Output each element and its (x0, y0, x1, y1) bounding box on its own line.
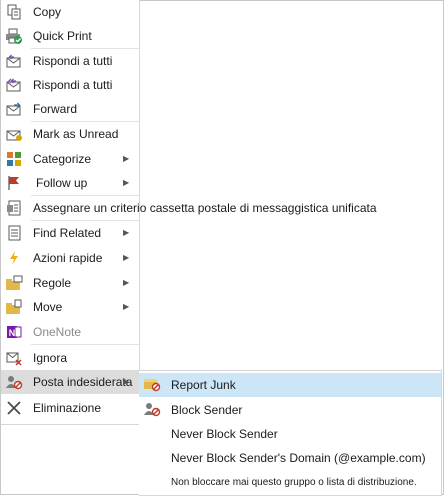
menu-item-find-related[interactable]: Find Related ▶ (1, 221, 139, 245)
menu-item-mark-as-unread[interactable]: Mark as Unread (1, 122, 139, 146)
menu-item-rules[interactable]: Regole ▶ (1, 271, 139, 295)
junk-icon (5, 373, 23, 391)
submenu-item-never-block-sender[interactable]: Never Block Sender (139, 422, 441, 446)
onenote-icon: N (5, 323, 23, 341)
menu-item-label: Posta indesiderata (33, 375, 133, 389)
categorize-icon (5, 150, 23, 168)
menu-separator (31, 344, 139, 345)
menu-item-onenote[interactable]: N OneNote (1, 320, 139, 344)
delete-icon (5, 399, 23, 417)
forward-icon (5, 100, 23, 118)
move-folder-icon (5, 298, 23, 316)
submenu-item-report-junk[interactable]: Report Junk (139, 373, 441, 397)
svg-text:N: N (9, 328, 16, 338)
ignore-icon (5, 349, 23, 367)
submenu-arrow-icon: ▶ (123, 377, 130, 386)
menu-item-label: OneNote (33, 325, 82, 339)
submenu-item-never-block-group[interactable]: Non bloccare mai questo gruppo o lista d… (139, 470, 441, 494)
junk-submenu: Report Junk Block Sender Never Block Sen… (139, 370, 442, 496)
menu-item-forward[interactable]: Forward (1, 97, 139, 121)
menu-item-label: Mark as Unread (33, 127, 119, 141)
submenu-arrow-icon: ▶ (123, 253, 130, 262)
menu-item-label: Categorize (33, 152, 92, 166)
menu-item-label: Rispondi a tutti (33, 54, 113, 68)
menu-item-move[interactable]: Move ▶ (1, 295, 139, 319)
submenu-arrow-icon: ▶ (123, 278, 130, 287)
menu-item-label: Ignora (33, 351, 68, 365)
menu-item-follow-up[interactable]: Follow up ▶ (1, 171, 139, 195)
menu-item-label: Copy (33, 5, 62, 19)
submenu-item-label: Never Block Sender (171, 427, 278, 441)
submenu-item-label: Never Block Sender's Domain (@example.co… (171, 451, 426, 465)
submenu-arrow-icon: ▶ (123, 302, 130, 311)
mark-unread-icon (5, 125, 23, 143)
menu-item-ignore[interactable]: Ignora (1, 346, 139, 370)
menu-item-label: Regole (33, 276, 72, 290)
submenu-arrow-icon: ▶ (123, 178, 130, 187)
menu-item-quick-print[interactable]: Quick Print (1, 24, 139, 48)
find-related-icon (5, 224, 23, 242)
reply-icon (5, 52, 23, 70)
quick-print-icon (5, 27, 23, 45)
menu-item-label: Follow up (36, 176, 88, 190)
menu-item-categorize[interactable]: Categorize ▶ (1, 147, 139, 171)
menu-item-label: Assegnare un criterio cassetta postale d… (33, 201, 377, 215)
submenu-item-label: Non bloccare mai questo gruppo o lista d… (171, 477, 417, 488)
submenu-arrow-icon: ▶ (123, 154, 130, 163)
menu-item-label: Eliminazione (33, 401, 102, 415)
menu-item-reply[interactable]: Rispondi a tutti (1, 49, 139, 73)
menu-item-copy[interactable]: Copy (1, 0, 139, 24)
copy-icon (5, 3, 23, 21)
menu-item-label: Move (33, 300, 63, 314)
menu-item-reply-all[interactable]: Rispondi a tutti (1, 73, 139, 97)
lightning-icon (5, 249, 23, 267)
menu-item-label: Find Related (33, 226, 102, 240)
submenu-item-label: Report Junk (171, 378, 236, 392)
menu-item-assign-policy[interactable]: Assegnare un criterio cassetta postale d… (1, 196, 441, 220)
policy-icon (5, 199, 23, 217)
submenu-item-label: Block Sender (171, 403, 243, 417)
menu-item-label: Quick Print (33, 29, 92, 43)
report-junk-icon (143, 376, 161, 394)
menu-item-label: Forward (33, 102, 78, 116)
menu-item-junk[interactable]: Posta indesiderata ▶ (1, 370, 139, 394)
menu-item-delete[interactable]: Eliminazione (1, 396, 139, 420)
block-sender-icon (143, 401, 161, 419)
context-menu: Copy Quick Print Rispondi a tutti Rispon… (1, 0, 377, 425)
menu-item-quick-steps[interactable]: Azioni rapide ▶ (1, 246, 139, 270)
menu-item-label: Azioni rapide (33, 251, 103, 265)
menu-item-label: Rispondi a tutti (33, 78, 113, 92)
flag-icon (5, 174, 23, 192)
submenu-item-never-block-domain[interactable]: Never Block Sender's Domain (@example.co… (139, 446, 441, 470)
reply-all-icon (5, 76, 23, 94)
submenu-item-block-sender[interactable]: Block Sender (139, 398, 441, 422)
submenu-arrow-icon: ▶ (123, 228, 130, 237)
rules-icon (5, 274, 23, 292)
